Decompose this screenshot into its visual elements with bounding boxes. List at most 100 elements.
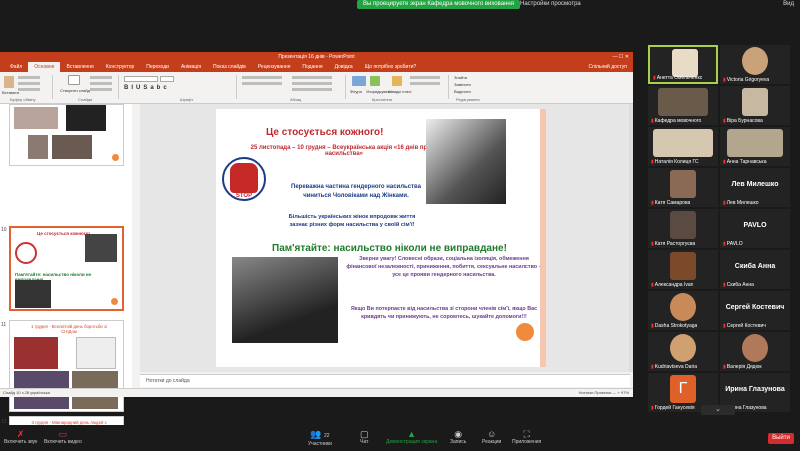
thumbnail-title: 1 грудня - Всесвітній день боротьби зі С… bbox=[31, 324, 107, 334]
participant-video bbox=[670, 293, 696, 321]
slide-editing-area[interactable]: Це стосується кожного! 25 листопада – 10… bbox=[140, 104, 630, 372]
tab-help[interactable]: Довідка bbox=[329, 62, 359, 72]
participant-tile[interactable]: ▮Александра Ivan bbox=[648, 250, 718, 289]
participant-video bbox=[727, 129, 783, 157]
participant-name: ▮Dasha Strokotyaga bbox=[651, 323, 698, 329]
select-button[interactable]: Виділити bbox=[454, 89, 471, 94]
participant-big-name: Скиба Анна bbox=[734, 263, 776, 270]
tab-animations[interactable]: Анімація bbox=[175, 62, 207, 72]
record-button[interactable]: ◉ Запись bbox=[450, 429, 466, 445]
participant-tile[interactable]: ▮Victoria Grigoryeva bbox=[720, 45, 790, 84]
unmute-button[interactable]: ✗ Включить звук bbox=[4, 429, 37, 445]
participant-tile[interactable]: ▮Наталія Колиця ГС bbox=[648, 127, 718, 166]
participant-tile[interactable]: PAVLO ▮PAVLO bbox=[720, 209, 790, 248]
mic-muted-icon: ▮ bbox=[723, 241, 726, 247]
tab-slideshow[interactable]: Показ слайдів bbox=[207, 62, 252, 72]
chat-button[interactable]: ▢ Чат bbox=[360, 429, 369, 445]
replace-button[interactable]: Замінити bbox=[454, 82, 471, 87]
share-screen-button[interactable]: ▲ Демонстрация экрана bbox=[386, 429, 437, 445]
participant-tile[interactable]: ▮Валерія Дядюк bbox=[720, 332, 790, 371]
font-format-buttons[interactable]: BIUSabc bbox=[124, 85, 170, 91]
thumbnail-number-11: 11 bbox=[1, 322, 7, 328]
mic-muted-icon: ▮ bbox=[651, 118, 654, 124]
mic-muted-icon: ▮ bbox=[651, 241, 654, 247]
slide-paragraph-1: Переважна частина гендерного насильства … bbox=[291, 184, 421, 199]
participant-name: ▮Анетта Омельченко bbox=[653, 75, 703, 81]
thumbnail-photo bbox=[66, 105, 106, 131]
meeting-top-bar: Вы проецируете экран Кафедра мовочного в… bbox=[0, 0, 800, 12]
participant-big-name: Сергей Костевич bbox=[725, 304, 785, 311]
participant-name: ▮Кафедра мовочного bbox=[651, 118, 702, 124]
ribbon-group-slides bbox=[118, 75, 119, 99]
zoom-controls[interactable]: Нотатки Примітки — + 97% bbox=[579, 389, 629, 397]
slide-thumbnails-panel: 10 Це стосується кожного! Пам'ятайте: на… bbox=[0, 104, 132, 438]
tab-file[interactable]: Файл bbox=[4, 62, 28, 72]
tab-review[interactable]: Рецензування bbox=[252, 62, 297, 72]
font-size-box[interactable] bbox=[160, 76, 174, 82]
paste-icon[interactable] bbox=[4, 76, 14, 88]
participant-tile[interactable]: ▮Анна Тарнавська bbox=[720, 127, 790, 166]
status-bar: Слайд 10 з 28 українська Нотатки Примітк… bbox=[0, 388, 633, 397]
tab-home[interactable]: Основне bbox=[28, 62, 61, 72]
group-label-clipboard: Буфер обміну bbox=[10, 97, 36, 102]
reactions-button[interactable]: ☺ Реакции bbox=[482, 429, 501, 445]
record-icon: ◉ bbox=[454, 429, 463, 439]
notes-pane[interactable]: Нотатки до слайда bbox=[140, 374, 630, 387]
font-name-box[interactable] bbox=[124, 76, 158, 82]
mic-muted-icon: ▮ bbox=[651, 159, 654, 165]
participants-button[interactable]: 👥 22 Участники bbox=[308, 429, 332, 447]
shapes-button[interactable]: Фігури bbox=[350, 89, 362, 94]
share-button[interactable]: Спільний доступ bbox=[583, 62, 633, 72]
chevron-down-icon: ⌄ bbox=[715, 406, 721, 413]
tab-transitions[interactable]: Переходи bbox=[140, 62, 175, 72]
participant-tile[interactable]: ▮Віра Бурнасова bbox=[720, 86, 790, 125]
participant-tile[interactable]: ▮Kudriavtseva Daria bbox=[648, 332, 718, 371]
slide-subtitle: 25 листопада – 10 грудня – Всеукраїнська… bbox=[250, 145, 438, 157]
arrange-icon[interactable] bbox=[370, 76, 380, 86]
screen-share-status[interactable]: Вы проецируете экран Кафедра мовочного в… bbox=[357, 0, 520, 9]
meeting-controls-bar: ✗ Включить звук ▭ Включить видео 👥 22 Участ… bbox=[0, 425, 800, 451]
new-slide-button[interactable]: Створити слайд bbox=[60, 88, 90, 93]
apps-button[interactable]: ⛶ Приложения bbox=[512, 429, 541, 445]
slide-thumbnail-9[interactable] bbox=[9, 104, 124, 166]
participant-tile[interactable]: ▮Катя Самарова bbox=[648, 168, 718, 207]
tab-view[interactable]: Подання bbox=[296, 62, 328, 72]
mic-muted-icon: ▮ bbox=[651, 405, 654, 411]
shapes-icon[interactable] bbox=[352, 76, 366, 86]
participant-name: ▮Катя Расторгуєва bbox=[651, 241, 696, 247]
group-label-slides: Слайди bbox=[78, 97, 93, 102]
tab-design[interactable]: Конструктор bbox=[100, 62, 141, 72]
participant-tile[interactable]: ▮Анетта Омельченко bbox=[648, 45, 718, 84]
participant-tile[interactable]: ▮Катя Расторгуєва bbox=[648, 209, 718, 248]
participant-tile[interactable]: ▮Dasha Strokotyaga bbox=[648, 291, 718, 330]
exit-meeting-button[interactable]: Выйти bbox=[768, 433, 794, 444]
slide-thumbnail-11[interactable]: 1 грудня - Всесвітній день боротьби зі С… bbox=[9, 320, 124, 412]
group-label-drawing: Креслення bbox=[372, 97, 392, 102]
tell-me-search[interactable]: Що потрібно зробити? bbox=[359, 62, 423, 72]
quick-styles-button[interactable]: Швидкі стилі bbox=[388, 89, 411, 94]
view-button[interactable]: Вид bbox=[783, 1, 794, 7]
slide-paragraph-4: Якщо Ви потерпаєте від насильства зі сто… bbox=[350, 306, 538, 320]
window-controls[interactable]: — ☐ ✕ bbox=[613, 52, 629, 62]
participant-video bbox=[670, 252, 696, 280]
tab-insert[interactable]: Вставлення bbox=[60, 62, 99, 72]
quick-styles-icon[interactable] bbox=[392, 76, 402, 86]
participant-tile[interactable]: Лев Милешко ▮Лев Милешко bbox=[720, 168, 790, 207]
slide-thumbnail-10[interactable]: Це стосується кожного! Пам'ятайте: насил… bbox=[9, 226, 124, 311]
participant-tile[interactable]: Скиба Анна ▮Скиба Анна bbox=[720, 250, 790, 289]
find-button[interactable]: Знайти bbox=[454, 75, 467, 80]
gallery-next-page-button[interactable]: ⌄ bbox=[701, 405, 735, 415]
participant-name: ▮Віра Бурнасова bbox=[723, 118, 763, 124]
participant-tile[interactable]: ▮Кафедра мовочного bbox=[648, 86, 718, 125]
participant-tile[interactable]: Сергей Костевич ▮Сергей Костевич bbox=[720, 291, 790, 330]
group-label-editing: Редагування bbox=[456, 97, 480, 102]
start-video-button[interactable]: ▭ Включить видео bbox=[44, 429, 82, 445]
mic-muted-icon: ▮ bbox=[651, 200, 654, 206]
new-slide-icon[interactable] bbox=[68, 75, 80, 85]
current-slide[interactable]: Це стосується кожного! 25 листопада – 10… bbox=[216, 109, 546, 367]
ribbon: Вставити Буфер обміну Створити слайд Сла… bbox=[0, 72, 633, 104]
paste-button[interactable]: Вставити bbox=[2, 90, 19, 95]
vertical-scrollbar[interactable] bbox=[629, 104, 633, 372]
view-options-button[interactable]: Настройки просмотра bbox=[520, 1, 581, 7]
thumbnail-photo bbox=[14, 337, 58, 369]
